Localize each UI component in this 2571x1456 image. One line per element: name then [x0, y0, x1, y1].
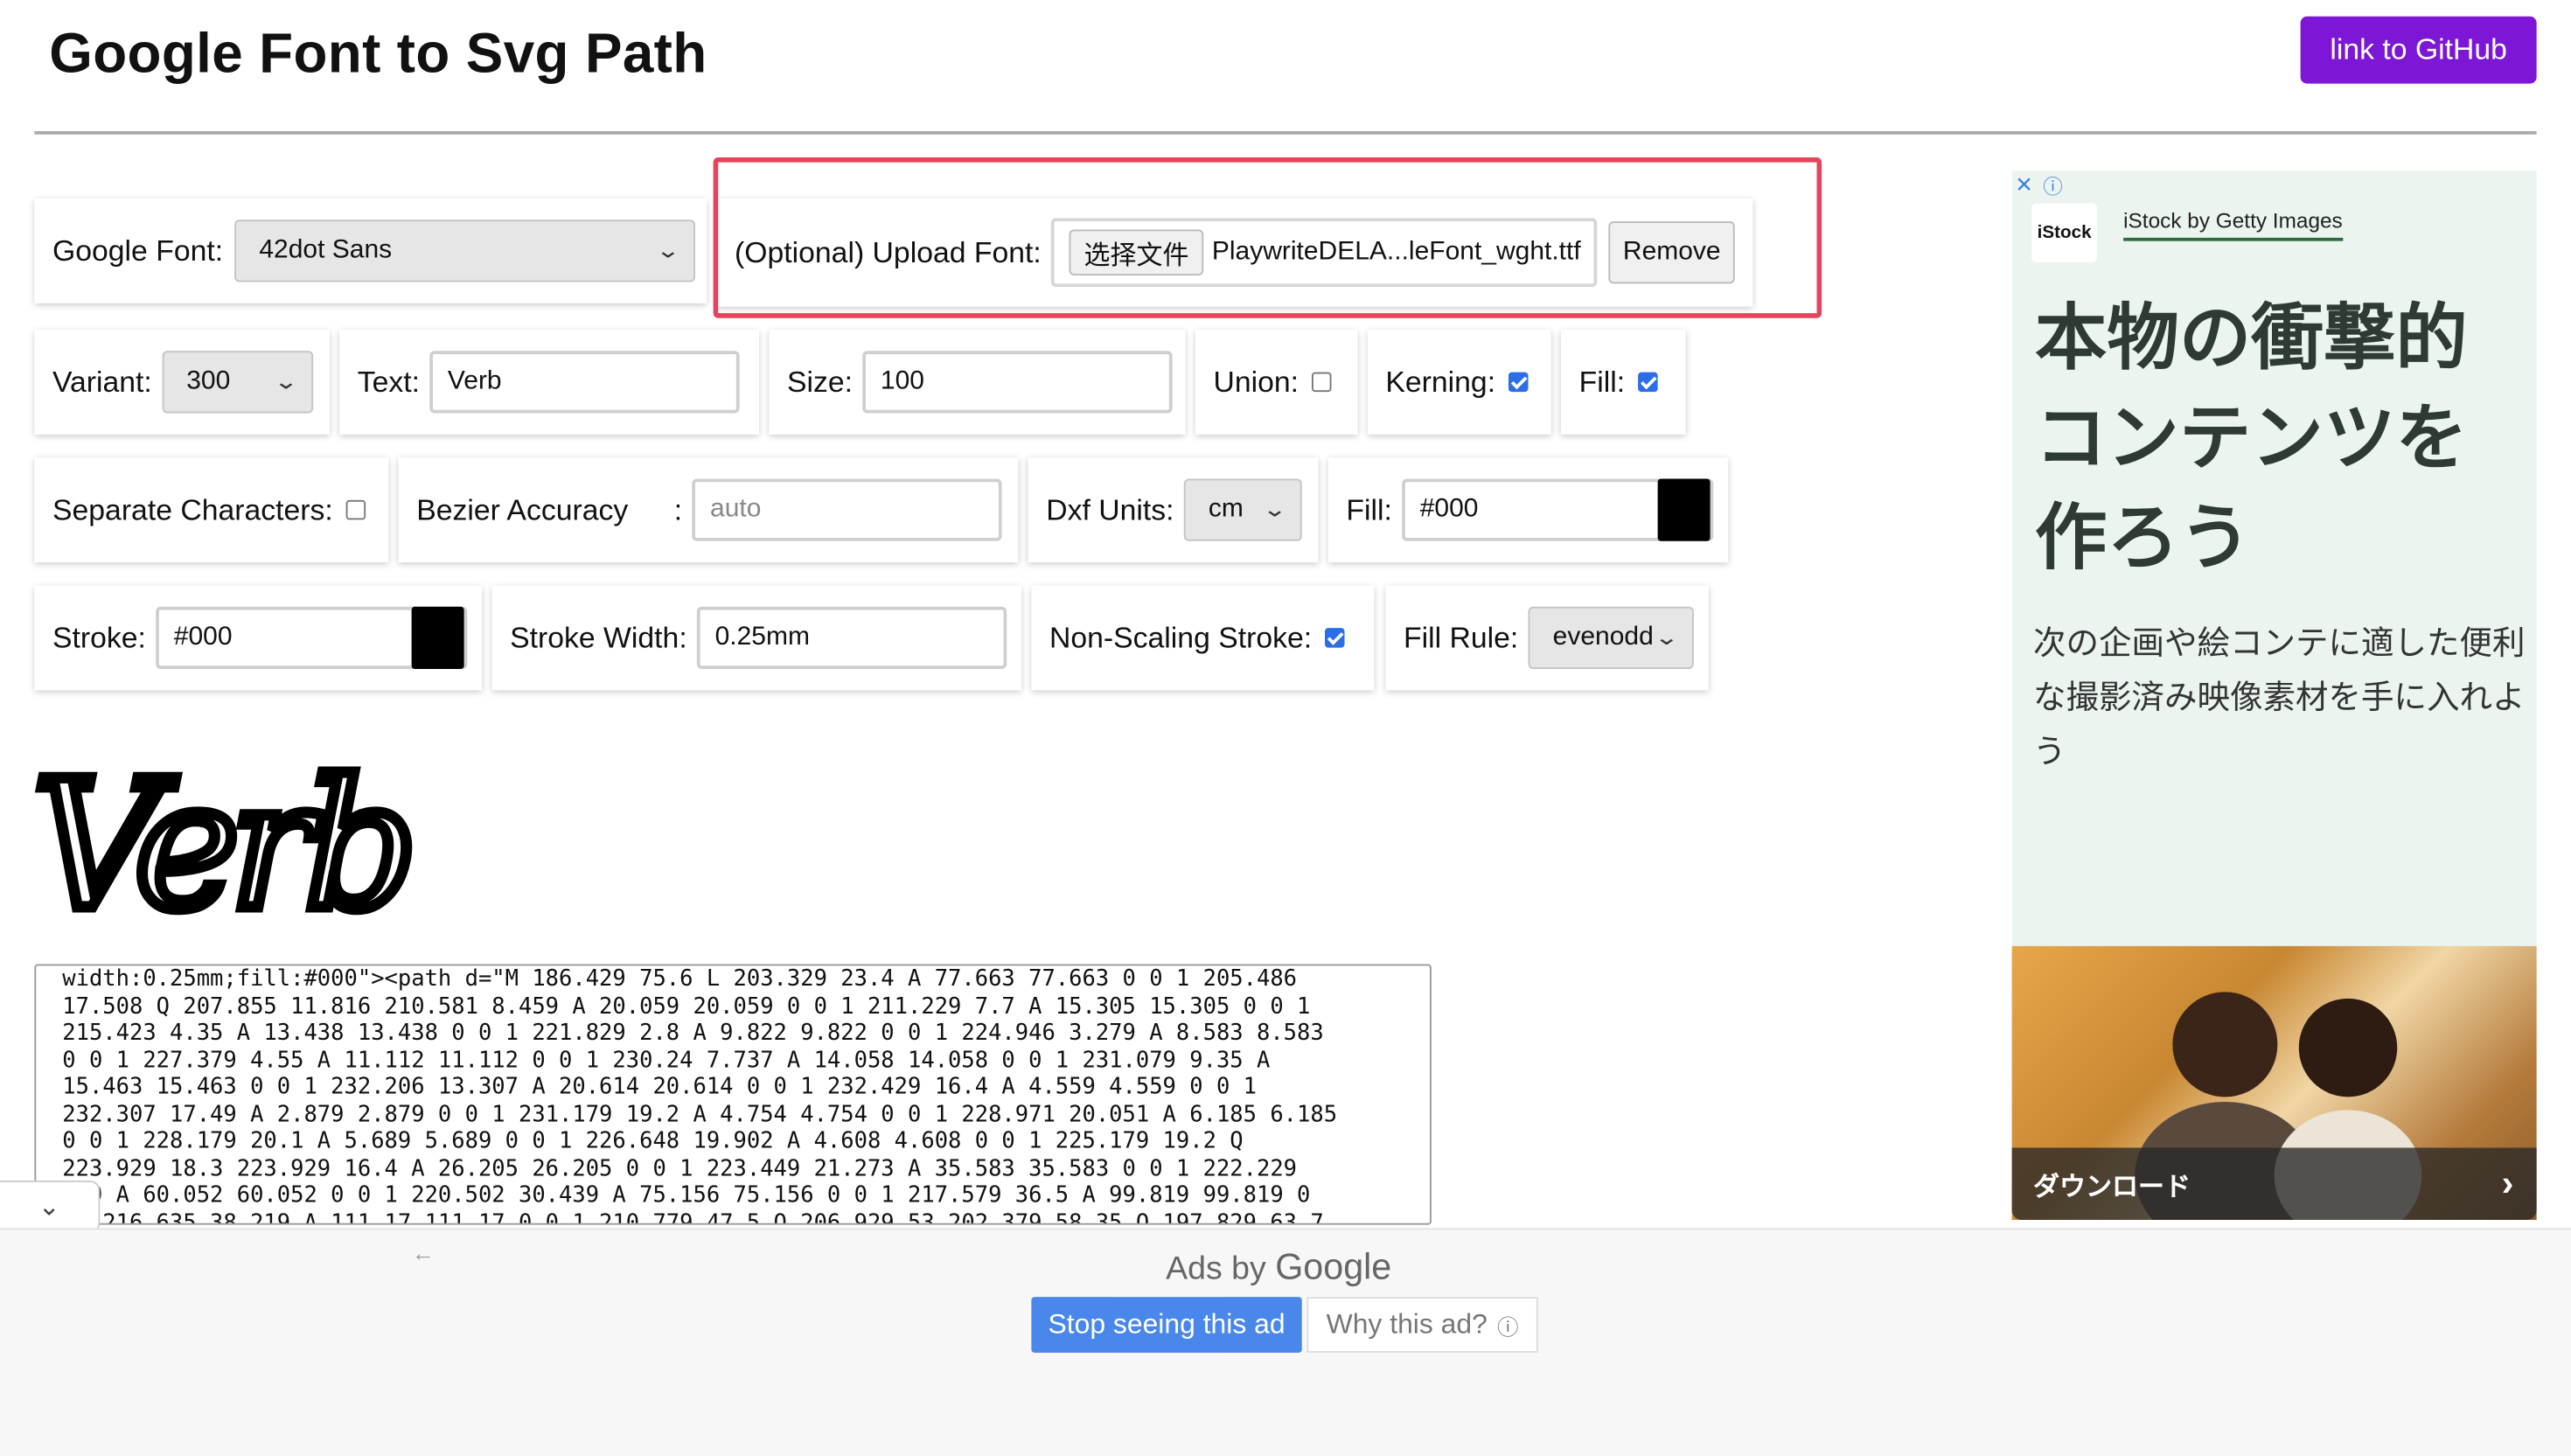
variant-value: 300: [186, 367, 231, 395]
ads-by-label: Ads by: [1166, 1250, 1266, 1287]
chevron-down-icon: ⌄: [1654, 624, 1680, 650]
dxf-units-card: Dxf Units: cm ⌄: [1028, 457, 1319, 563]
stroke-width-label: Stroke Width:: [510, 620, 687, 654]
fill-rule-select[interactable]: evenodd ⌄: [1528, 606, 1694, 669]
variant-select[interactable]: 300 ⌄: [162, 351, 313, 414]
kerning-label: Kerning:: [1385, 365, 1496, 398]
ad-headline[interactable]: 本物の衝撃的コンテンツを作ろう: [2035, 289, 2527, 589]
fill-toggle-label: Fill:: [1578, 365, 1626, 398]
output-line: width:0.25mm;fill:#000"><path d="M 186.4…: [62, 965, 1298, 993]
bezier-input[interactable]: auto: [692, 478, 1002, 541]
chevron-down-icon: ⌄: [1262, 497, 1288, 522]
fill-rule-value: evenodd: [1552, 623, 1654, 651]
size-input[interactable]: 100: [862, 351, 1173, 414]
fill-toggle-card: Fill:: [1561, 329, 1686, 435]
collapse-button[interactable]: ⌄: [0, 1181, 101, 1233]
bezier-colon: :: [673, 492, 683, 526]
ad-brand[interactable]: iStock by Getty Images: [2123, 208, 2343, 241]
close-icon[interactable]: ✕: [2015, 172, 2032, 199]
separate-checkbox[interactable]: [345, 499, 366, 520]
fill-rule-label: Fill Rule:: [1404, 620, 1519, 654]
fill-checkbox[interactable]: [1638, 372, 1658, 393]
output-line: 223.929 18.3 223.929 16.4 A 26.205 26.20…: [62, 1154, 1298, 1181]
fill-color-card: Fill: #000: [1327, 457, 1729, 563]
variant-label: Variant:: [52, 365, 152, 398]
info-icon: ⓘ: [1497, 1313, 1519, 1339]
chevron-down-icon: ⌄: [38, 1194, 60, 1222]
stroke-color-value: #000: [173, 623, 233, 651]
union-label: Union:: [1213, 365, 1299, 398]
stroke-width-input[interactable]: 0.25mm: [696, 606, 1007, 669]
non-scaling-label: Non-Scaling Stroke:: [1049, 620, 1313, 654]
google-font-select[interactable]: 42dot Sans ⌄: [234, 219, 696, 282]
dxf-units-select[interactable]: cm ⌄: [1183, 478, 1302, 541]
github-link-button[interactable]: link to GitHub: [2300, 16, 2537, 84]
fill-color-value: #000: [1419, 495, 1479, 524]
fill-color-swatch[interactable]: [1657, 478, 1711, 541]
output-line: 215.423 4.35 A 13.438 13.438 0 0 1 221.8…: [62, 1020, 1324, 1047]
variant-card: Variant: 300 ⌄: [34, 329, 330, 435]
preview-text: Verb: [33, 742, 408, 931]
chevron-down-icon: ⌄: [655, 237, 681, 262]
header-divider: [34, 131, 2537, 135]
output-line: 0 0 1 228.179 20.1 A 5.689 5.689 0 0 1 2…: [62, 1128, 1244, 1154]
fill-color-input[interactable]: #000: [1402, 478, 1714, 541]
svg-preview: Verb: [30, 736, 423, 931]
chevron-down-icon: ⌄: [273, 368, 299, 394]
output-line: 0 0 1 227.379 4.55 A 11.112 11.112 0 0 1…: [62, 1047, 1271, 1074]
union-card: Union:: [1195, 329, 1358, 435]
output-line: 17.508 Q 207.855 11.816 210.581 8.459 A …: [62, 993, 1311, 1020]
non-scaling-checkbox[interactable]: [1325, 628, 1345, 648]
why-this-ad-label: Why this ad?: [1326, 1308, 1488, 1340]
dxf-units-value: cm: [1208, 495, 1244, 524]
stroke-width-card: Stroke Width: 0.25mm: [491, 585, 1022, 691]
fill-rule-card: Fill Rule: evenodd ⌄: [1385, 585, 1709, 691]
ad-subtext[interactable]: 次の企画や絵コンテに適した便利な撮影済み映像素材を手に入れよう: [2033, 618, 2526, 781]
dxf-units-label: Dxf Units:: [1046, 492, 1174, 526]
info-icon[interactable]: ⓘ: [2043, 172, 2063, 200]
text-input[interactable]: Verb: [429, 351, 740, 414]
stroke-label: Stroke:: [52, 620, 146, 654]
ads-by-google: Ads by Google: [1166, 1246, 1391, 1289]
output-line: 15.463 15.463 0 0 1 232.206 13.307 A 20.…: [62, 1074, 1257, 1101]
kerning-card: Kerning:: [1367, 329, 1551, 435]
istock-logo: iStock: [2031, 203, 2098, 262]
text-card: Text: Verb: [339, 329, 760, 435]
stroke-card: Stroke: #000: [34, 585, 483, 691]
fill-color-label: Fill:: [1346, 492, 1392, 526]
svg-output-textarea[interactable]: width:0.25mm;fill:#000"><path d="M 186.4…: [34, 964, 1432, 1225]
ad-download-bar[interactable]: ダウンロード ›: [2011, 1147, 2537, 1220]
why-this-ad-button[interactable]: Why this ad? ⓘ: [1306, 1297, 1538, 1353]
google-font-value: 42dot Sans: [259, 236, 393, 264]
google-font-card: Google Font: 42dot Sans ⌄: [34, 198, 707, 303]
google-font-label: Google Font:: [52, 233, 224, 267]
ad-download-label: ダウンロード: [2033, 1174, 2191, 1202]
output-line: 216.635 38.219 A 111.17 111.17 0 0 1 210…: [62, 1209, 1324, 1225]
bezier-card: Bezier Accuracy : auto: [398, 457, 1019, 563]
back-arrow-icon[interactable]: ←: [412, 1240, 435, 1266]
separate-label: Separate Characters:: [52, 492, 333, 526]
page-title: Google Font to Svg Path: [49, 23, 707, 86]
text-label: Text:: [357, 365, 421, 398]
separate-card: Separate Characters:: [34, 457, 389, 563]
stroke-color-input[interactable]: #000: [156, 606, 468, 669]
output-line: 9 A 60.052 60.052 0 0 1 220.502 30.439 A…: [62, 1181, 1311, 1209]
bezier-label: Bezier Accuracy: [416, 492, 629, 526]
size-card: Size: 100: [769, 329, 1186, 435]
chevron-right-icon: ›: [2501, 1162, 2514, 1204]
upload-highlight-box: [713, 157, 1822, 318]
stroke-color-swatch[interactable]: [411, 606, 464, 669]
stop-seeing-ad-button[interactable]: Stop seeing this ad: [1031, 1297, 1302, 1353]
ads-by-brand: Google: [1275, 1246, 1392, 1287]
size-label: Size:: [787, 365, 854, 398]
union-checkbox[interactable]: [1312, 372, 1332, 393]
output-line: 232.307 17.49 A 2.879 2.879 0 0 1 231.17…: [62, 1101, 1338, 1128]
kerning-checkbox[interactable]: [1508, 372, 1529, 393]
non-scaling-card: Non-Scaling Stroke:: [1031, 585, 1375, 691]
